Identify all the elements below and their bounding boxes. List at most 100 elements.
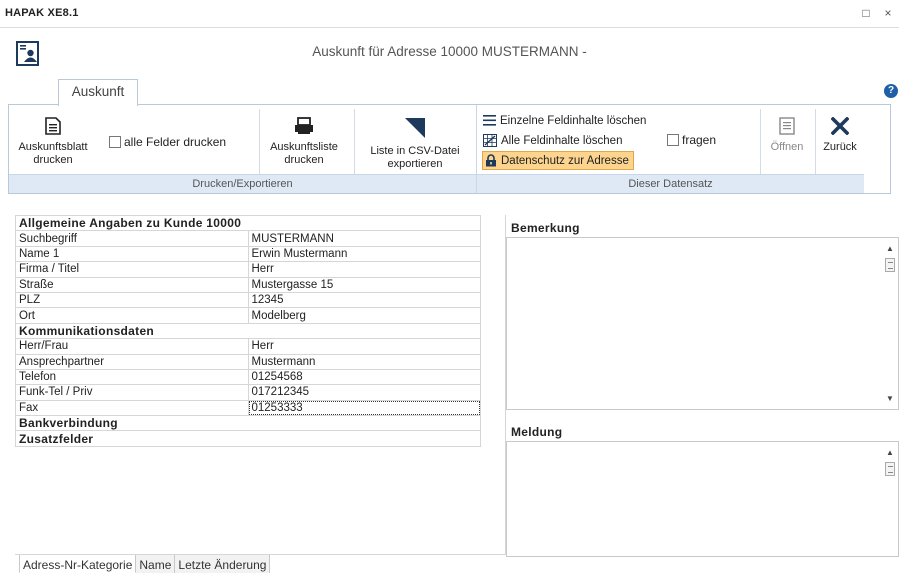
table-row: Straße Mustergasse 15 [15, 276, 481, 293]
field-value[interactable]: Erwin Mustermann [247, 245, 481, 263]
checkbox-box [109, 136, 121, 148]
bemerkung-memo[interactable]: ▲ ▼ [506, 237, 899, 410]
field-value[interactable]: 01253333 [247, 399, 481, 417]
title-bar: HAPAK XE8.1 □ × [0, 0, 899, 28]
scroll-thumb[interactable] [885, 462, 895, 476]
field-label: Firma / Titel [15, 261, 249, 278]
field-label: Suchbegriff [15, 230, 249, 247]
lock-icon [486, 154, 496, 167]
table-row: Suchbegriff MUSTERMANN [15, 230, 481, 247]
tab-name[interactable]: Name [136, 555, 176, 573]
group-separator [259, 109, 260, 175]
table-row: PLZ 12345 [15, 291, 481, 309]
section-title[interactable]: Kommunikationsdaten [15, 322, 481, 340]
grid-clear-icon [483, 134, 497, 147]
datenschutz-zur-adresse-button[interactable]: Datenschutz zur Adresse [482, 151, 634, 170]
help-icon[interactable]: ? [884, 84, 898, 98]
auskunftsliste-drucken-button[interactable]: Auskunftsliste drucken [264, 117, 344, 167]
field-value[interactable]: Herr [247, 261, 481, 278]
table-row: Telefon 01254568 [15, 368, 481, 386]
field-label: Ort [15, 307, 249, 324]
oeffnen-label: Öffnen [770, 141, 804, 153]
zurueck-label: Zurück [823, 141, 857, 153]
tab-letzte-aenderung[interactable]: Letzte Änderung [175, 555, 271, 573]
field-value[interactable]: Mustermann [247, 353, 481, 370]
alle-felder-label: alle Felder drucken [124, 135, 227, 149]
sort-tabs: Adress-Nr-Kategorie Name Letzte Änderung [19, 555, 271, 575]
field-label: Telefon [15, 368, 249, 386]
section-header-row: Kommunikationsdaten [15, 322, 481, 340]
field-label: Herr/Frau [15, 338, 249, 355]
ribbon-tab-strip: Auskunft [0, 79, 899, 106]
meldung-scrollbar[interactable]: ▲ [883, 442, 898, 556]
datenschutz-label: Datenschutz zur Adresse [501, 154, 629, 167]
alle-felder-drucken-checkbox[interactable]: alle Felder drucken [109, 135, 226, 149]
ribbon: Auskunftsblatt drucken alle Felder druck… [8, 104, 891, 194]
table-row: Funk-Tel / Priv 017212345 [15, 384, 481, 401]
export-triangle-icon [405, 118, 425, 138]
window-title: HAPAK XE8.1 [5, 7, 79, 19]
list-lines-icon [483, 115, 496, 126]
csv-export-button[interactable]: Liste in CSV-Datei exportieren [359, 117, 471, 171]
meldung-memo[interactable]: ▲ [506, 441, 899, 557]
document-lines-icon [779, 117, 795, 135]
scroll-up-icon[interactable]: ▲ [886, 244, 894, 253]
field-value[interactable]: Modelberg [247, 307, 481, 324]
section-header-row: Bankverbindung [15, 415, 481, 432]
table-row: Name 1 Erwin Mustermann [15, 245, 481, 263]
group-drucken-exportieren: Auskunftsblatt drucken alle Felder druck… [9, 105, 476, 193]
field-value[interactable]: Herr [247, 338, 481, 355]
table-row: Fax 01253333 [15, 399, 481, 417]
printer-icon [295, 117, 313, 134]
field-label: Name 1 [15, 245, 249, 263]
close-icon[interactable]: × [880, 5, 896, 21]
zurueck-button[interactable]: Zurück [818, 117, 862, 154]
close-x-icon [831, 117, 849, 135]
table-row: Herr/Frau Herr [15, 338, 481, 355]
page-title: Auskunft für Adresse 10000 MUSTERMANN - [312, 44, 587, 59]
meldung-text [507, 442, 898, 448]
section-header-row: Allgemeine Angaben zu Kunde 10000 [15, 214, 481, 232]
field-value[interactable]: Mustergasse 15 [247, 276, 481, 293]
field-value[interactable]: 01254568 [247, 368, 481, 386]
field-value[interactable]: 017212345 [247, 384, 481, 401]
field-value[interactable]: 12345 [247, 291, 481, 309]
einzelne-feldinhalte-loeschen-button[interactable]: Einzelne Feldinhalte löschen [483, 111, 646, 130]
table-row: Ort Modelberg [15, 307, 481, 324]
csv-export-label: Liste in CSV-Datei exportieren [370, 145, 460, 170]
bemerkung-scrollbar[interactable]: ▲ ▼ [883, 238, 898, 409]
field-label: Straße [15, 276, 249, 293]
table-row: Ansprechpartner Mustermann [15, 353, 481, 370]
document-icon [45, 117, 61, 135]
fragen-label: fragen [682, 133, 717, 147]
tab-adress-nr-kategorie[interactable]: Adress-Nr-Kategorie [19, 555, 137, 573]
field-label: PLZ [15, 291, 249, 309]
alle-feldinhalte-loeschen-button[interactable]: Alle Feldinhalte löschen [483, 131, 622, 150]
group-separator [760, 109, 761, 175]
fragen-checkbox[interactable]: fragen [667, 133, 716, 147]
table-row: Firma / Titel Herr [15, 261, 481, 278]
section-title[interactable]: Zusatzfelder [15, 430, 481, 447]
maximize-icon[interactable]: □ [858, 5, 874, 21]
group-separator [354, 109, 355, 175]
auskunftsblatt-label: Auskunftsblatt drucken [18, 141, 88, 166]
scroll-up-icon[interactable]: ▲ [886, 448, 894, 457]
tab-auskunft[interactable]: Auskunft [58, 79, 138, 106]
group-label-drucken: Drucken/Exportieren [9, 174, 476, 193]
checkbox-box [667, 134, 679, 146]
alle-label: Alle Feldinhalte löschen [501, 134, 623, 147]
scroll-down-icon[interactable]: ▼ [886, 394, 894, 403]
bemerkung-text [507, 238, 898, 244]
meldung-label: Meldung [511, 425, 563, 439]
field-label: Ansprechpartner [15, 353, 249, 370]
group-separator [815, 109, 816, 175]
scroll-thumb[interactable] [885, 258, 895, 272]
section-title[interactable]: Bankverbindung [15, 415, 481, 432]
auskunftsblatt-drucken-button[interactable]: Auskunftsblatt drucken [14, 117, 92, 167]
section-header-row: Zusatzfelder [15, 430, 481, 447]
group-dieser-datensatz: Einzelne Feldinhalte löschen Alle Feldin… [476, 105, 864, 193]
section-title[interactable]: Allgemeine Angaben zu Kunde 10000 [15, 214, 481, 232]
oeffnen-button[interactable]: Öffnen [765, 117, 809, 154]
field-value[interactable]: MUSTERMANN [247, 230, 481, 247]
group-label-datensatz: Dieser Datensatz [477, 174, 864, 193]
